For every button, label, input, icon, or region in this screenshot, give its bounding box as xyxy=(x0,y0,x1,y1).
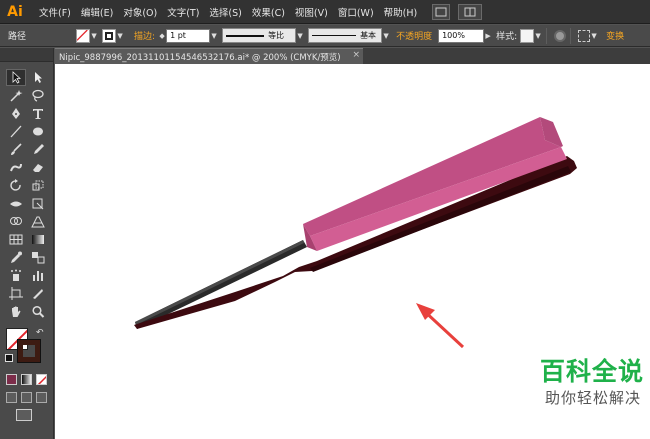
blend-tool-icon[interactable] xyxy=(28,249,48,266)
fan-pink-lower-face[interactable] xyxy=(310,147,567,251)
graphic-style-swatch[interactable] xyxy=(520,28,535,43)
shape-builder-tool-icon[interactable] xyxy=(6,213,26,230)
line-segment-tool-icon[interactable] xyxy=(6,123,26,140)
fill-swatch[interactable] xyxy=(76,28,91,43)
divider xyxy=(546,27,548,44)
eyedropper-tool-icon[interactable] xyxy=(6,249,26,266)
type-tool-icon[interactable] xyxy=(28,105,48,122)
style-label: 样式: xyxy=(496,32,518,42)
fan-lower-rib[interactable] xyxy=(134,156,577,329)
eraser-tool-icon[interactable] xyxy=(28,159,48,176)
document-tab-bar: Nipic_9887996_20131101154546532176.ai* @… xyxy=(55,48,650,64)
gradient-tool-icon[interactable] xyxy=(28,231,48,248)
menu-select[interactable]: 选择(S) xyxy=(204,5,246,19)
align-dropdown-icon[interactable]: ▼ xyxy=(590,29,598,43)
none-mode-icon[interactable] xyxy=(36,374,47,385)
direct-selection-tool-icon[interactable] xyxy=(28,69,48,86)
divider xyxy=(570,27,572,44)
menu-object[interactable]: 对象(O) xyxy=(118,5,162,19)
artboard-canvas[interactable]: 百科全说 助你轻松解决 xyxy=(55,64,650,439)
pencil-tool-icon[interactable] xyxy=(28,141,48,158)
menu-list: 文件(F) 编辑(E) 对象(O) 文字(T) 选择(S) 效果(C) 视图(V… xyxy=(34,5,422,19)
tools-panel: ↶ xyxy=(0,48,54,439)
selection-tool-icon[interactable] xyxy=(6,69,26,86)
brush-definition[interactable]: 基本 xyxy=(308,28,383,43)
stroke-dropdown-icon[interactable]: ▼ xyxy=(116,29,124,43)
free-transform-tool-icon[interactable] xyxy=(28,195,48,212)
watermark: 百科全说 助你轻松解决 xyxy=(485,344,650,439)
style-dropdown-icon[interactable]: ▼ xyxy=(534,29,542,43)
control-bar: 路径 ▼ ▼ 描边: ◆ 1 pt ▼ 等比 ▼ 基本 ▼ 不透明度 100% … xyxy=(0,25,650,47)
menu-type[interactable]: 文字(T) xyxy=(162,5,204,19)
pen-tool-icon[interactable] xyxy=(6,105,26,122)
stroke-swatch[interactable] xyxy=(102,28,117,43)
document-tab-title: Nipic_9887996_20131101154546532176.ai* @… xyxy=(59,52,341,63)
perspective-grid-tool-icon[interactable] xyxy=(28,213,48,230)
fill-dropdown-icon[interactable]: ▼ xyxy=(90,29,98,43)
symbol-sprayer-tool-icon[interactable] xyxy=(6,267,26,284)
stroke-weight-stepper-icon[interactable]: ◆ xyxy=(158,29,166,43)
swap-fill-stroke-icon[interactable]: ↶ xyxy=(36,328,44,338)
tools-panel-header[interactable] xyxy=(0,48,53,62)
screen-mode-icon[interactable] xyxy=(16,409,32,421)
ellipse-tool-icon[interactable] xyxy=(28,123,48,140)
menu-view[interactable]: 视图(V) xyxy=(290,5,333,19)
lasso-tool-icon[interactable] xyxy=(28,87,48,104)
magic-wand-tool-icon[interactable] xyxy=(6,87,26,104)
blob-brush-tool-icon[interactable] xyxy=(6,159,26,176)
stroke-label[interactable]: 描边: xyxy=(134,29,155,42)
opacity-dropdown-icon[interactable]: ▶ xyxy=(484,29,492,43)
column-graph-tool-icon[interactable] xyxy=(28,267,48,284)
draw-inside-icon[interactable] xyxy=(36,392,47,403)
recolor-artwork-icon[interactable] xyxy=(554,29,567,42)
width-tool-icon[interactable] xyxy=(6,195,26,212)
watermark-subtitle: 助你轻松解决 xyxy=(545,389,642,407)
transform-label[interactable]: 变换 xyxy=(606,29,624,42)
stroke-color-swatch-icon[interactable] xyxy=(17,339,41,363)
color-mode-icon[interactable] xyxy=(6,374,17,385)
arrange-documents-icon[interactable] xyxy=(458,3,483,20)
scale-tool-icon[interactable] xyxy=(28,177,48,194)
zoom-tool-icon[interactable] xyxy=(28,303,48,320)
app-logo: Ai xyxy=(7,3,23,20)
default-fill-stroke-icon[interactable] xyxy=(5,354,13,362)
document-tab[interactable]: Nipic_9887996_20131101154546532176.ai* @… xyxy=(55,48,363,64)
align-icon[interactable] xyxy=(578,29,591,42)
watermark-title: 百科全说 xyxy=(540,357,645,386)
gradient-mode-icon[interactable] xyxy=(21,374,32,385)
fan-handle-highlight[interactable] xyxy=(135,240,304,325)
bridge-icon[interactable] xyxy=(432,3,451,20)
brush-dropdown-icon[interactable]: ▼ xyxy=(382,29,390,43)
opacity-field[interactable]: 100% xyxy=(438,28,485,43)
menu-edit[interactable]: 编辑(E) xyxy=(76,5,118,19)
stroke-weight-dropdown-icon[interactable]: ▼ xyxy=(210,29,218,43)
close-tab-icon[interactable]: × xyxy=(352,50,360,60)
draw-normal-icon[interactable] xyxy=(6,392,17,403)
draw-behind-icon[interactable] xyxy=(21,392,32,403)
paintbrush-tool-icon[interactable] xyxy=(6,141,26,158)
slice-tool-icon[interactable] xyxy=(28,285,48,302)
variable-width-profile[interactable]: 等比 xyxy=(222,28,297,43)
mesh-tool-icon[interactable] xyxy=(6,231,26,248)
opacity-label[interactable]: 不透明度 xyxy=(396,29,432,42)
menu-window[interactable]: 窗口(W) xyxy=(333,5,379,19)
hand-tool-icon[interactable] xyxy=(6,303,26,320)
artboard-tool-icon[interactable] xyxy=(6,285,26,302)
profile-dropdown-icon[interactable]: ▼ xyxy=(296,29,304,43)
menu-effect[interactable]: 效果(C) xyxy=(247,5,290,19)
menu-bar: Ai 文件(F) 编辑(E) 对象(O) 文字(T) 选择(S) 效果(C) 视… xyxy=(0,0,650,24)
menu-help[interactable]: 帮助(H) xyxy=(379,5,423,19)
rotate-tool-icon[interactable] xyxy=(6,177,26,194)
selection-type-label: 路径 xyxy=(8,32,27,42)
stroke-weight-field[interactable]: 1 pt xyxy=(166,28,211,43)
menu-file[interactable]: 文件(F) xyxy=(34,5,76,19)
